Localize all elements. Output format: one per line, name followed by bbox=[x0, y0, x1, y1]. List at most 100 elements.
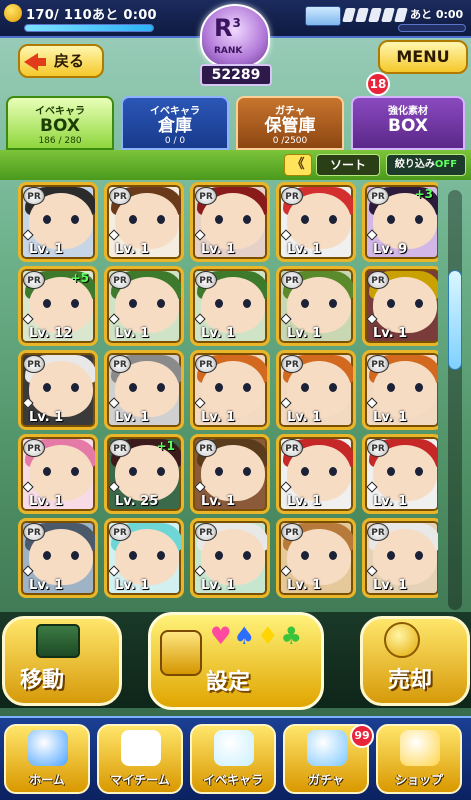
rarity-badge-icon: PR bbox=[23, 355, 45, 373]
tab-main-label: 保管庫 bbox=[264, 116, 316, 136]
character-card[interactable]: PR Lv. 1 bbox=[18, 434, 98, 514]
character-card[interactable]: PR Lv. 1 bbox=[104, 182, 184, 262]
card-level: Lv. 1 bbox=[115, 242, 150, 257]
character-eyes bbox=[301, 299, 337, 308]
character-card[interactable]: PR Lv. 1 bbox=[18, 518, 98, 598]
ticket-icon bbox=[305, 6, 341, 26]
filter-button[interactable]: 絞り込みOFF bbox=[386, 154, 466, 176]
card-level: Lv. 1 bbox=[201, 242, 236, 257]
rarity-badge-icon: PR bbox=[195, 523, 217, 541]
card-level: Lv. 1 bbox=[29, 410, 64, 425]
card-level: Lv. 1 bbox=[287, 494, 322, 509]
character-eyes bbox=[215, 551, 251, 560]
ticket-gauge bbox=[342, 8, 408, 22]
card-level: Lv. 1 bbox=[115, 578, 150, 593]
character-card[interactable]: PR Lv. 1 bbox=[18, 350, 98, 430]
character-card[interactable]: PR Lv. 12 +5 bbox=[18, 266, 98, 346]
sell-label: 売却 bbox=[388, 668, 433, 693]
tab-main-label: BOX bbox=[388, 116, 428, 136]
stamina-text: 170/ 110あと 0:00 bbox=[26, 8, 157, 23]
card-level: Lv. 1 bbox=[29, 578, 64, 593]
character-eyes bbox=[301, 551, 337, 560]
character-eyes bbox=[301, 215, 337, 224]
gacha-icon bbox=[307, 730, 347, 766]
character-eyes bbox=[43, 215, 79, 224]
gacha-notification-badge: 99 bbox=[350, 724, 374, 748]
character-card[interactable]: PR Lv. 1 bbox=[362, 266, 438, 346]
rank-label: RANK bbox=[214, 46, 243, 56]
card-level: Lv. 9 bbox=[373, 242, 408, 257]
rarity-badge-icon: PR bbox=[367, 355, 389, 373]
home-icon bbox=[28, 730, 68, 766]
nav-label: ショップ bbox=[394, 773, 443, 787]
character-card[interactable]: PR Lv. 1 bbox=[190, 434, 270, 514]
rarity-badge-icon: PR bbox=[109, 439, 131, 457]
character-card[interactable]: PR Lv. 1 bbox=[276, 182, 356, 262]
sort-button[interactable]: ソート bbox=[316, 154, 380, 176]
card-level: Lv. 1 bbox=[201, 578, 236, 593]
tab-main-label: BOX bbox=[40, 116, 80, 136]
card-level: Lv. 1 bbox=[115, 410, 150, 425]
sort-order-button[interactable]: 《 bbox=[284, 154, 312, 176]
card-level: Lv. 1 bbox=[287, 410, 322, 425]
scrollbar-thumb[interactable] bbox=[448, 270, 462, 370]
character-eyes bbox=[215, 215, 251, 224]
character-card[interactable]: PR Lv. 9 +3 bbox=[362, 182, 438, 262]
character-card[interactable]: PR Lv. 1 bbox=[104, 266, 184, 346]
character-card[interactable]: PR Lv. 1 bbox=[190, 182, 270, 262]
nav-ivechara[interactable]: イベキャラ bbox=[190, 724, 276, 794]
character-eyes bbox=[43, 383, 79, 392]
tab-ivechara-box[interactable]: イベキャラ BOX 186 / 280 bbox=[6, 96, 114, 150]
tab-sub-label: 強化素材 bbox=[388, 106, 428, 117]
character-card[interactable]: PR Lv. 1 bbox=[276, 266, 356, 346]
character-eyes bbox=[43, 467, 79, 476]
character-card[interactable]: PR Lv. 1 bbox=[362, 434, 438, 514]
card-level: Lv. 1 bbox=[373, 410, 408, 425]
card-plus-value: +1 bbox=[156, 439, 175, 453]
character-card[interactable]: PR Lv. 1 bbox=[190, 266, 270, 346]
character-card[interactable]: PR Lv. 25 +1 bbox=[104, 434, 184, 514]
character-eyes bbox=[301, 383, 337, 392]
tab-ivechara-soko[interactable]: イベキャラ 倉庫 0 / 0 bbox=[121, 96, 229, 150]
tab-gacha-hokanko[interactable]: ガチャ 保管庫 0 /2500 bbox=[236, 96, 344, 150]
character-card[interactable]: PR Lv. 1 bbox=[276, 350, 356, 430]
character-card[interactable]: PR Lv. 1 bbox=[362, 518, 438, 598]
character-card[interactable]: PR Lv. 1 bbox=[190, 350, 270, 430]
rarity-badge-icon: PR bbox=[367, 187, 389, 205]
card-level: Lv. 1 bbox=[373, 494, 408, 509]
card-level: Lv. 1 bbox=[287, 326, 322, 341]
character-eyes bbox=[301, 467, 337, 476]
tab-sozai-box[interactable]: 強化素材 BOX bbox=[351, 96, 465, 150]
team-icon bbox=[121, 730, 161, 766]
character-card[interactable]: PR Lv. 1 bbox=[104, 350, 184, 430]
tab-sub-label: イベキャラ bbox=[35, 106, 85, 117]
move-label: 移動 bbox=[20, 668, 65, 693]
character-eyes bbox=[215, 383, 251, 392]
character-card[interactable]: PR Lv. 1 bbox=[276, 518, 356, 598]
tab-count: 0 / 0 bbox=[164, 136, 186, 146]
nav-label: マイチーム bbox=[110, 773, 170, 787]
card-level: Lv. 1 bbox=[287, 578, 322, 593]
stamina-bar bbox=[24, 24, 154, 32]
character-card[interactable]: PR Lv. 1 bbox=[104, 518, 184, 598]
rank-score: 52289 bbox=[200, 64, 272, 86]
rarity-badge-icon: PR bbox=[367, 523, 389, 541]
tab-main-label: 倉庫 bbox=[158, 116, 192, 136]
nav-label: ホーム bbox=[29, 773, 65, 787]
nav-my-team[interactable]: マイチーム bbox=[97, 724, 183, 794]
menu-button[interactable]: MENU bbox=[378, 40, 468, 74]
nav-shop[interactable]: ショップ bbox=[376, 724, 462, 794]
card-level: Lv. 1 bbox=[201, 326, 236, 341]
character-card[interactable]: PR Lv. 1 bbox=[18, 182, 98, 262]
nav-home[interactable]: ホーム bbox=[4, 724, 90, 794]
scrollbar-track[interactable] bbox=[448, 190, 462, 610]
character-eyes bbox=[43, 299, 79, 308]
card-level: Lv. 1 bbox=[115, 326, 150, 341]
character-card[interactable]: PR Lv. 1 bbox=[190, 518, 270, 598]
back-arrow-tail bbox=[36, 58, 46, 66]
character-card[interactable]: PR Lv. 1 bbox=[276, 434, 356, 514]
rarity-badge-icon: PR bbox=[281, 439, 303, 457]
character-eyes bbox=[387, 215, 423, 224]
character-card[interactable]: PR Lv. 1 bbox=[362, 350, 438, 430]
rank-emblem[interactable]: R3 RANK 52289 bbox=[170, 4, 300, 90]
